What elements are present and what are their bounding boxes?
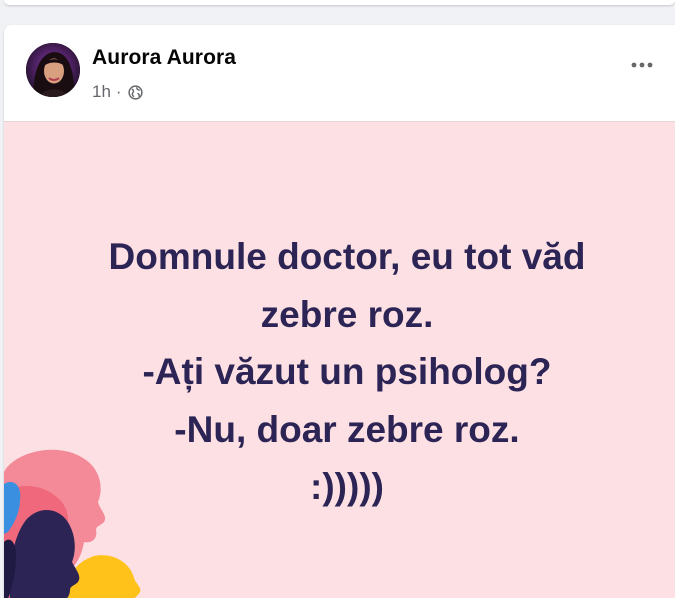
quote-line: -Ați văzut un psiholog?	[142, 351, 552, 392]
post-header: Aurora Aurora 1h ·	[4, 25, 675, 121]
post-meta: 1h ·	[92, 82, 143, 102]
feed-post: Aurora Aurora 1h · Domnule doctor, eu to…	[4, 25, 675, 598]
quote-line: zebre roz.	[260, 293, 434, 335]
author-name[interactable]: Aurora Aurora	[92, 46, 236, 70]
post-timestamp[interactable]: 1h	[92, 82, 111, 102]
author-avatar[interactable]	[26, 43, 80, 97]
quote-line: Domnule doctor, eu tot văd	[108, 236, 586, 277]
meta-separator: ·	[115, 82, 122, 101]
previous-post-card-edge	[4, 0, 675, 5]
globe-icon[interactable]	[127, 84, 143, 100]
post-image[interactable]: Domnule doctor, eu tot văd zebre roz. -A…	[4, 121, 675, 598]
more-horizontal-icon	[631, 62, 653, 68]
more-options-button[interactable]	[622, 53, 662, 77]
silhouette-illustration	[4, 449, 141, 598]
